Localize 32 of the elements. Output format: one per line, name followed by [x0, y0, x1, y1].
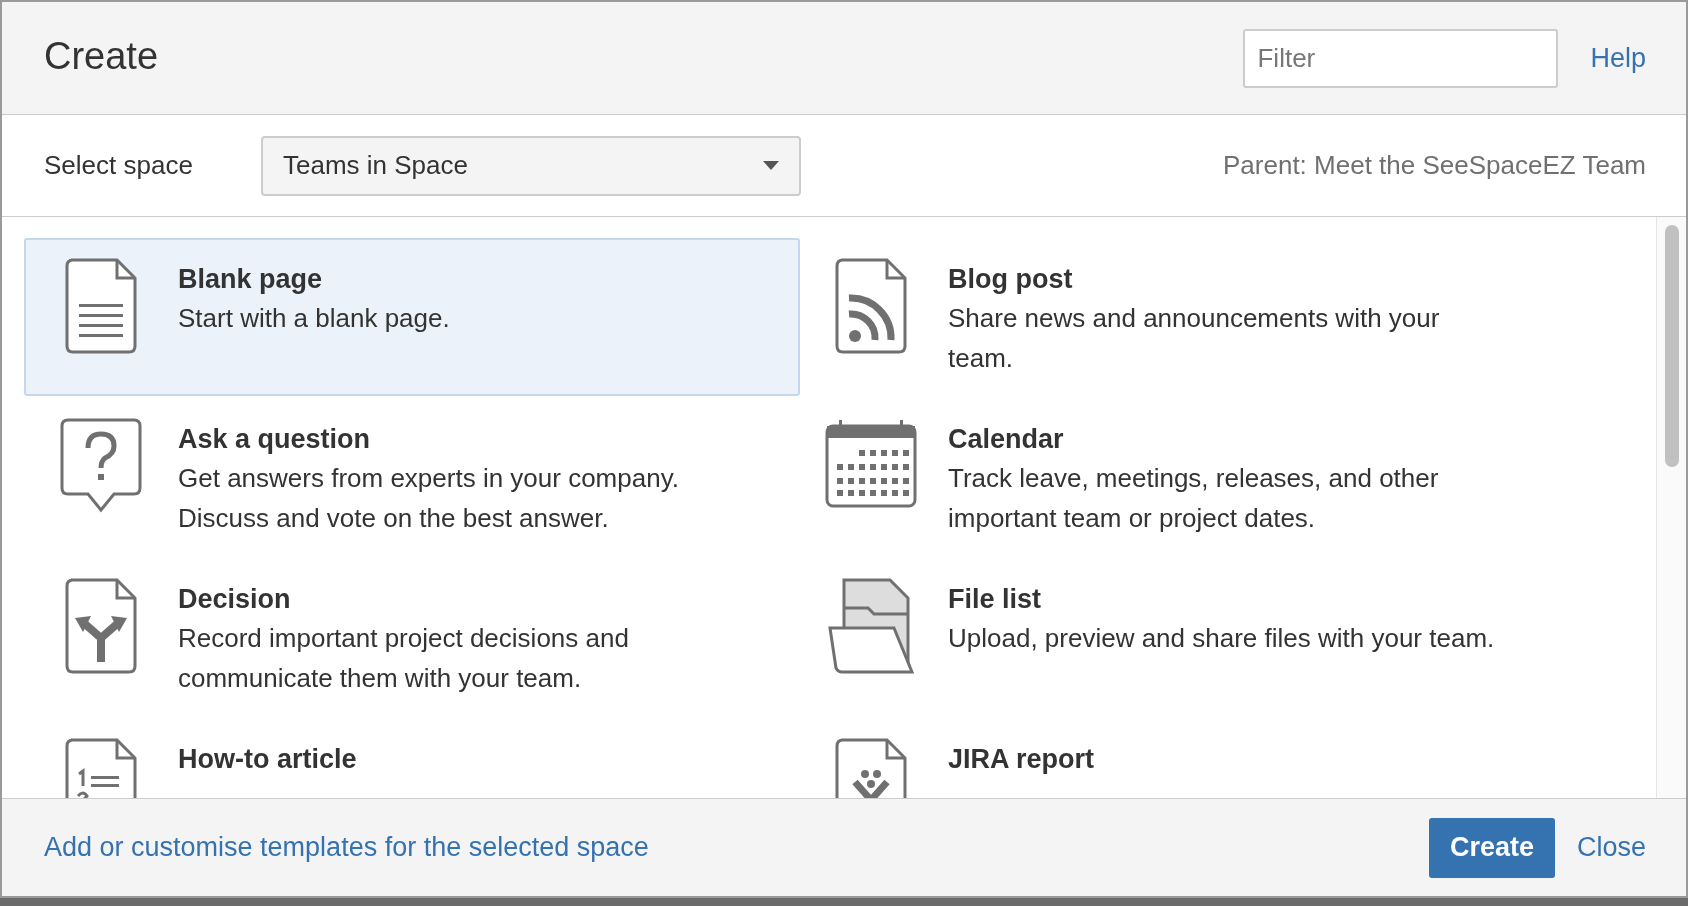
question-bubble-icon [60, 418, 142, 514]
template-description: Share news and announcements with your team. [948, 302, 1441, 375]
parent-page-text: Parent: Meet the SeeSpaceEZ Team [1223, 149, 1646, 182]
template-description: Track leave, meetings, releases, and other important team or project dates. [948, 462, 1440, 535]
template-title: How-to article [178, 743, 357, 776]
select-space-label: Select space [44, 149, 194, 182]
calendar-icon [825, 418, 917, 510]
caret-icon [763, 161, 779, 170]
filter-field[interactable]: Filter [1243, 28, 1559, 88]
dialog-title: Create [44, 36, 159, 75]
template-title: Blank page [178, 263, 324, 296]
template-item[interactable]: Blank page Start with a blank page. [24, 238, 800, 396]
template-description: Start with a blank page. [178, 302, 451, 335]
space-select[interactable]: Teams in Space [261, 135, 801, 196]
template-title: Calendar [948, 423, 1065, 456]
folder-icon [828, 578, 914, 674]
template-title: JIRA report [948, 743, 1095, 776]
template-title: Ask a question [178, 423, 372, 456]
template-description: Get answers from experts in your company. Discuss and vote on the best answer. [178, 462, 680, 535]
rss-document-icon [835, 258, 907, 354]
document-icon [65, 258, 137, 354]
help-link[interactable]: Help [1590, 37, 1646, 79]
create-button[interactable]: Create [1428, 817, 1555, 878]
template-title: Blog post [948, 263, 1074, 296]
split-arrow-document-icon [65, 578, 137, 674]
template-title: Decision [178, 583, 292, 616]
scrollbar-thumb[interactable] [1664, 225, 1679, 467]
close-link[interactable]: Close [1576, 827, 1646, 868]
template-description: Record important project decisions and communicate them with your team. [178, 622, 630, 695]
template-title: File list [948, 583, 1043, 616]
template-description: Upload, preview and share files with your team. [948, 622, 1496, 655]
customise-templates-link[interactable]: Add or customise templates for the selected space [44, 827, 649, 868]
